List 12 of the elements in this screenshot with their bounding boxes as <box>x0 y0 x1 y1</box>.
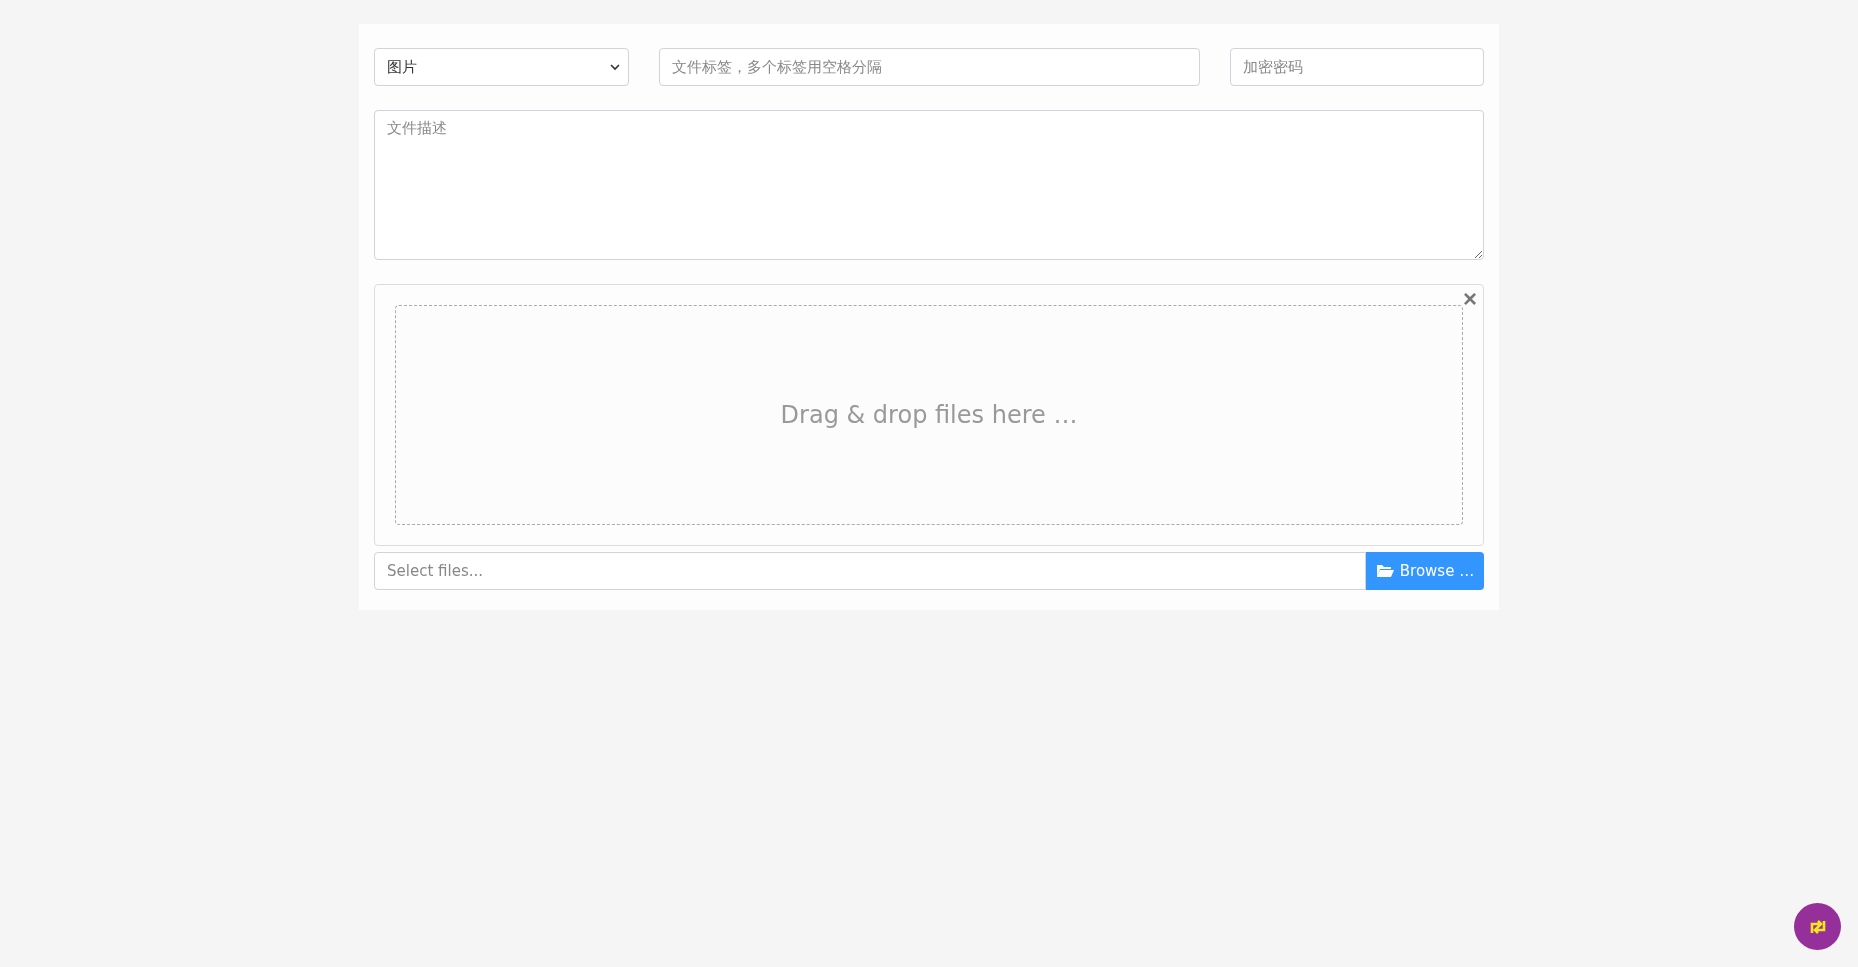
close-button[interactable]: × <box>1461 285 1479 313</box>
floating-button[interactable] <box>1794 903 1841 950</box>
drop-zone[interactable]: Drag & drop files here … <box>395 305 1463 525</box>
tags-field[interactable]: 文件标签，多个标签用空格分隔 <box>659 48 1200 86</box>
drop-text: Drag & drop files here … <box>780 401 1078 429</box>
password-field[interactable]: 加密密码 <box>1230 48 1484 86</box>
category-select[interactable]: 图片 <box>374 48 629 86</box>
folder-icon <box>1375 564 1394 578</box>
browse-button[interactable]: Browse … <box>1366 552 1484 590</box>
chevron-icon <box>610 63 620 71</box>
description-field[interactable]: 文件描述 <box>374 110 1484 260</box>
files-field[interactable]: Select files... <box>374 552 1366 590</box>
